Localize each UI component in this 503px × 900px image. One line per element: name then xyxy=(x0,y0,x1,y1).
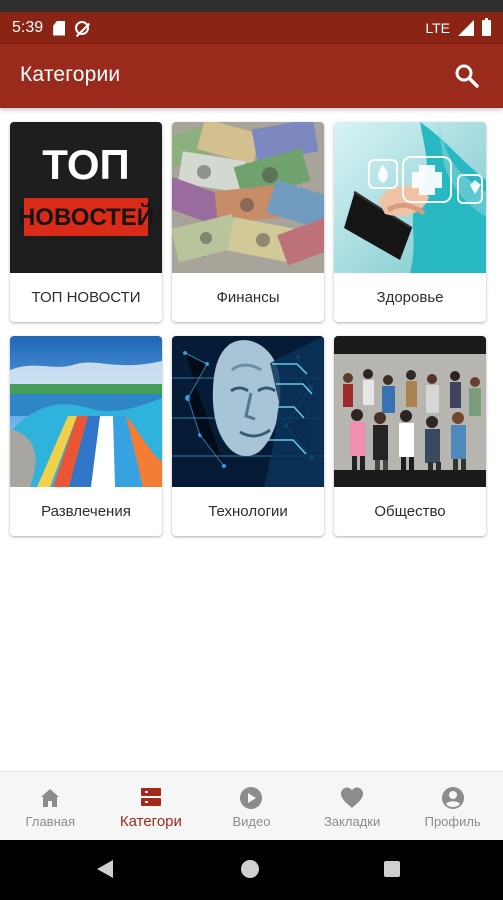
nav-categories[interactable]: Категори xyxy=(101,772,202,841)
technology-thumbnail xyxy=(172,336,324,487)
category-label-technology: Технологии xyxy=(208,503,288,520)
category-label-society: Общество xyxy=(374,503,446,520)
recent-apps-icon[interactable] xyxy=(384,861,400,877)
top-news-image-subtitle: НОВОСТЕЙ xyxy=(18,203,154,231)
nav-home[interactable]: Главная xyxy=(0,772,101,841)
profile-icon xyxy=(441,786,464,809)
nav-profile[interactable]: Профиль xyxy=(402,772,503,841)
category-card-health[interactable]: Здоровье xyxy=(334,122,486,322)
sd-card-icon xyxy=(53,20,66,36)
category-card-finance[interactable]: Финансы xyxy=(172,122,324,322)
top-news-thumbnail: ТОП НОВОСТЕЙ xyxy=(10,122,162,273)
finance-image xyxy=(172,122,324,273)
heart-icon xyxy=(341,787,364,808)
battery-icon xyxy=(482,18,491,36)
app-bar: Категории xyxy=(0,44,503,108)
system-navigation-bar xyxy=(0,840,503,900)
entertainment-image xyxy=(10,336,162,487)
category-label-entertainment: Развлечения xyxy=(41,503,131,520)
society-image xyxy=(334,336,486,487)
signal-icon xyxy=(458,20,474,36)
entertainment-thumbnail xyxy=(10,336,162,487)
play-icon xyxy=(240,786,263,809)
category-label-top-news: ТОП НОВОСТИ xyxy=(31,289,141,306)
status-bar-left: 5:39 xyxy=(12,19,90,37)
categories-icon xyxy=(140,787,161,806)
category-label-health: Здоровье xyxy=(376,289,444,306)
health-thumbnail xyxy=(334,122,486,273)
finance-thumbnail xyxy=(172,122,324,273)
health-image xyxy=(334,122,486,273)
search-button[interactable] xyxy=(453,62,481,90)
nav-video-label: Видео xyxy=(232,813,271,829)
category-card-entertainment[interactable]: Развлечения xyxy=(10,336,162,536)
nav-bookmarks[interactable]: Закладки xyxy=(302,772,403,841)
nav-bookmarks-label: Закладки xyxy=(323,813,381,829)
category-card-society[interactable]: Общество xyxy=(334,336,486,536)
category-card-technology[interactable]: Технологии xyxy=(172,336,324,536)
society-thumbnail xyxy=(334,336,486,487)
search-icon xyxy=(455,64,479,88)
status-time: 5:39 xyxy=(12,19,44,36)
category-content: ТОП НОВОСТЕЙ ТОП НОВОСТИ Финансы Здоровь… xyxy=(0,108,503,770)
status-bar-right: LTE xyxy=(425,18,491,36)
technology-image xyxy=(172,336,324,487)
phone-screen: 5:39 LTE Категории ТОП НОВОСТЕЙ ТОП НОВО… xyxy=(0,0,503,900)
page-title: Категории xyxy=(20,63,121,86)
category-label-finance: Финансы xyxy=(216,289,280,306)
nav-home-label: Главная xyxy=(25,813,76,829)
nav-profile-label: Профиль xyxy=(424,813,481,829)
device-top-frame xyxy=(0,0,503,12)
category-card-top-news[interactable]: ТОП НОВОСТЕЙ ТОП НОВОСТИ xyxy=(10,122,162,322)
nav-video[interactable]: Видео xyxy=(201,772,302,841)
top-news-image-title: ТОП xyxy=(42,141,129,188)
category-grid: ТОП НОВОСТЕЙ ТОП НОВОСТИ Финансы Здоровь… xyxy=(10,122,493,536)
home-button-icon[interactable] xyxy=(241,860,259,878)
status-bar: 5:39 LTE xyxy=(0,12,503,44)
top-news-image: ТОП НОВОСТЕЙ xyxy=(10,122,162,273)
bottom-navigation: Главная Категори Видео Закладки Профиль xyxy=(0,771,503,841)
home-icon xyxy=(41,788,60,807)
back-icon[interactable] xyxy=(97,860,113,878)
network-type: LTE xyxy=(425,20,450,36)
nav-categories-label: Категори xyxy=(119,812,182,830)
do-not-disturb-icon xyxy=(75,21,90,35)
